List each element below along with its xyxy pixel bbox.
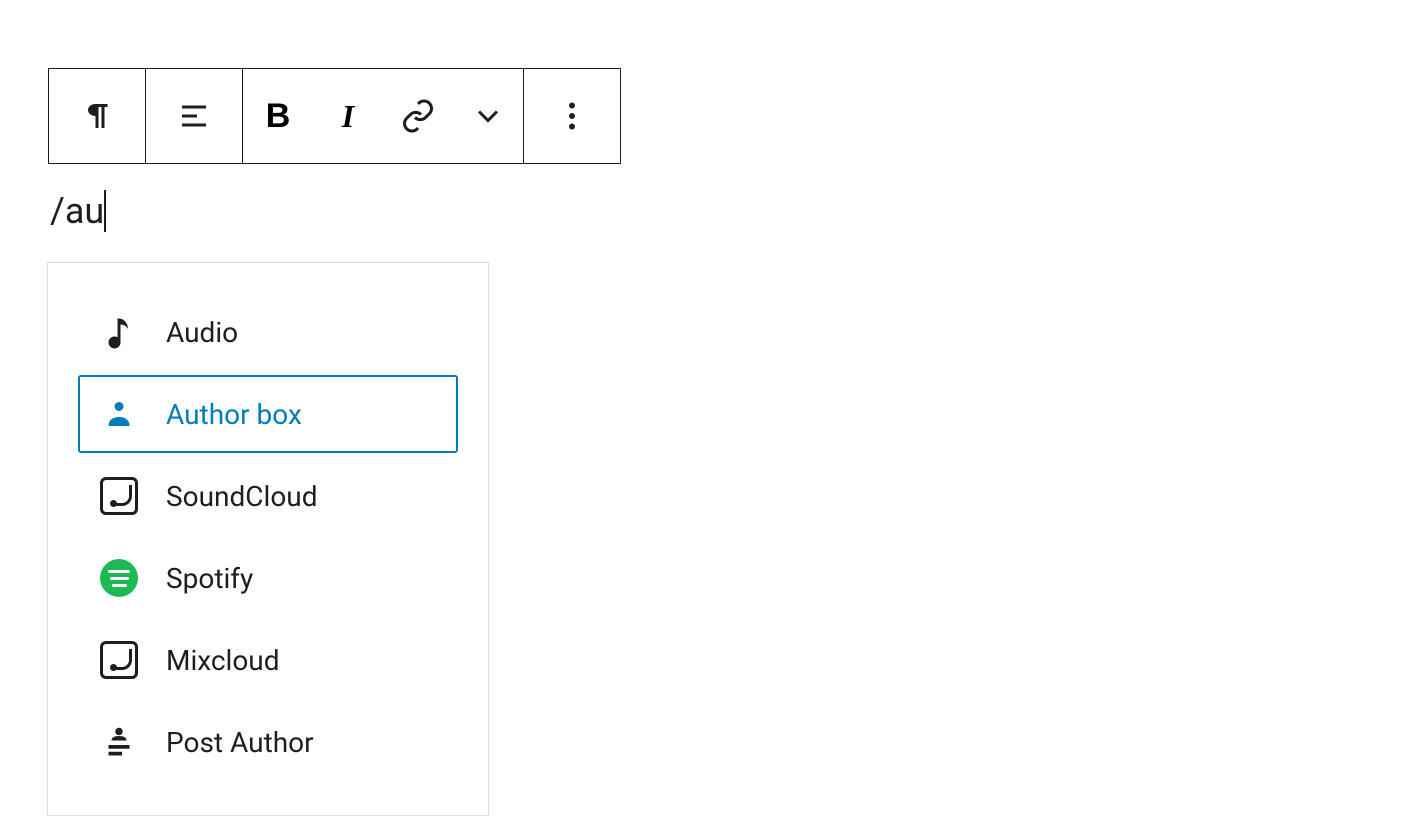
editor-canvas: B I /au Audio	[0, 0, 1402, 804]
suggestion-label: Mixcloud	[166, 644, 280, 677]
paragraph-block-button[interactable]	[49, 69, 145, 163]
suggestion-post-author[interactable]: Post Author	[78, 703, 458, 781]
soundcloud-icon	[100, 477, 138, 515]
slash-input-text: /au	[50, 190, 104, 232]
chevron-down-icon	[470, 98, 506, 134]
suggestion-label: Spotify	[166, 562, 253, 595]
block-toolbar: B I	[48, 68, 621, 164]
toolbar-group-format: B I	[243, 69, 524, 163]
text-cursor	[104, 190, 106, 232]
toolbar-group-block	[49, 69, 146, 163]
suggestion-author-box[interactable]: Author box	[78, 375, 458, 453]
suggestion-audio[interactable]: Audio	[78, 293, 458, 371]
paragraph-icon	[79, 98, 115, 134]
toolbar-group-options	[524, 69, 620, 163]
bold-button[interactable]: B	[243, 69, 313, 163]
link-button[interactable]	[383, 69, 453, 163]
audio-icon	[100, 313, 138, 351]
suggestion-soundcloud[interactable]: SoundCloud	[78, 457, 458, 535]
suggestion-spotify[interactable]: Spotify	[78, 539, 458, 617]
more-formatting-button[interactable]	[453, 69, 523, 163]
suggestion-label: Author box	[166, 398, 302, 431]
mixcloud-icon	[100, 641, 138, 679]
align-icon	[176, 98, 212, 134]
suggestion-label: Audio	[166, 316, 238, 349]
link-icon	[400, 98, 436, 134]
suggestion-label: Post Author	[166, 726, 314, 759]
post-author-icon	[100, 723, 138, 761]
block-suggestion-panel: Audio Author box SoundCloud Spotify Mixc	[47, 262, 489, 816]
more-vertical-icon	[554, 98, 590, 134]
italic-button[interactable]: I	[313, 69, 383, 163]
align-button[interactable]	[146, 69, 242, 163]
toolbar-group-align	[146, 69, 243, 163]
suggestion-mixcloud[interactable]: Mixcloud	[78, 621, 458, 699]
slash-command-input[interactable]: /au	[50, 190, 106, 232]
author-box-icon	[100, 395, 138, 433]
suggestion-label: SoundCloud	[166, 480, 318, 513]
more-options-button[interactable]	[524, 69, 620, 163]
spotify-icon	[100, 559, 138, 597]
